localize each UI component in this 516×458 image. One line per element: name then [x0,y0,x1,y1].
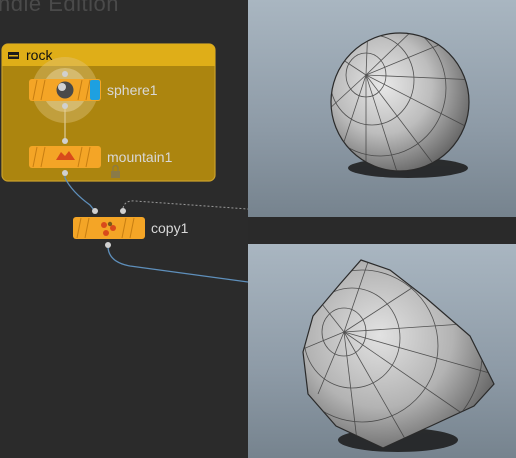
collapse-icon[interactable] [8,52,19,59]
scene-viewport-top[interactable] [248,0,516,217]
subnet-title: rock [26,47,53,63]
network-canvas[interactable]: rock [0,0,248,458]
input-connector[interactable] [62,71,68,77]
sphere-icon [56,81,74,99]
houdini-workspace: ndle Edition rock sphere1 mountain1 copy… [0,0,516,458]
network-editor-pane[interactable]: ndle Edition rock sphere1 mountain1 copy… [0,0,248,458]
scene-viewport-bottom[interactable] [248,244,516,458]
output-connector[interactable] [62,170,68,176]
viewport-divider[interactable] [248,217,516,244]
node-copy1[interactable] [73,208,145,248]
node-label-sphere1: sphere1 [107,82,158,98]
node-label-copy1: copy1 [151,220,189,236]
rock-render [302,259,495,452]
sphere-render [330,32,470,178]
output-connector[interactable] [62,103,68,109]
node-label-mountain1: mountain1 [107,149,173,165]
wire-template-dotted [122,200,248,210]
rock-mesh [302,259,495,449]
input-connector-right[interactable] [120,208,126,214]
output-connector[interactable] [105,242,111,248]
input-connector[interactable] [62,138,68,144]
input-connector-left[interactable] [92,208,98,214]
display-flag[interactable] [90,80,100,100]
wire-copy-output [107,245,248,283]
